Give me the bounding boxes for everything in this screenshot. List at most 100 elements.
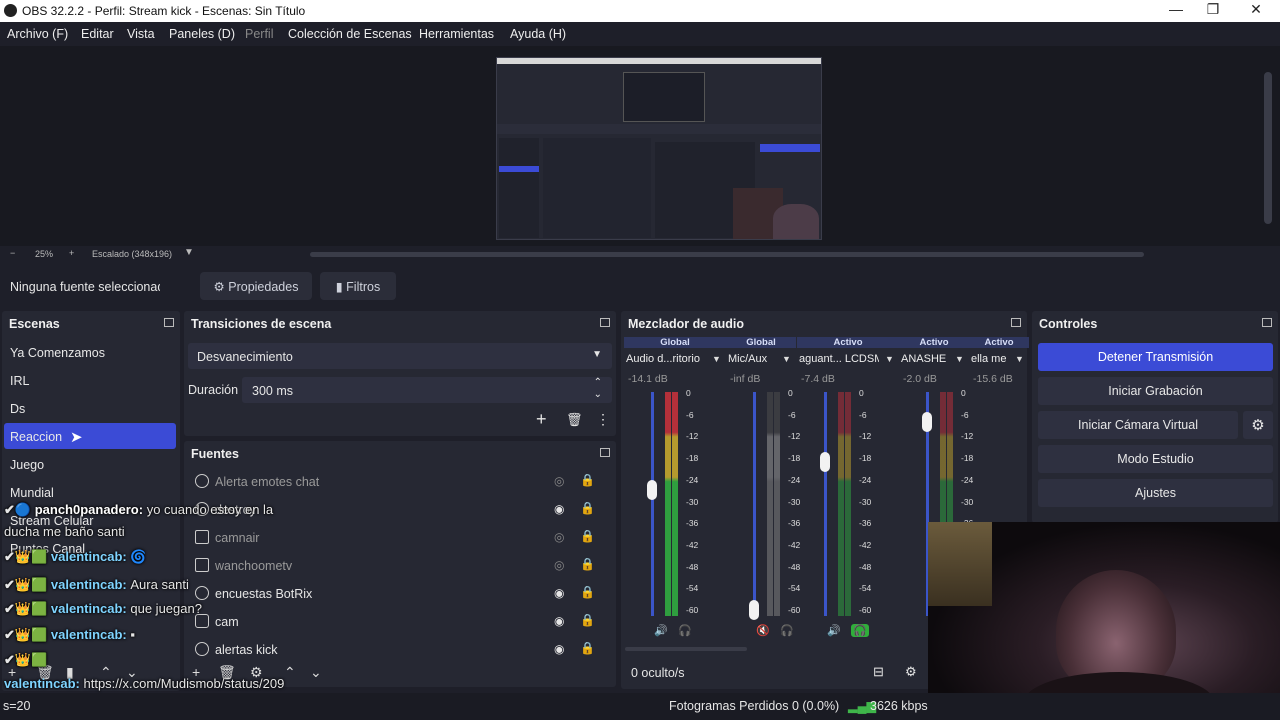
meter-scale-label: -6: [859, 409, 867, 420]
monitor-headphones-icon[interactable]: 🎧: [678, 624, 692, 637]
menu-coleccion[interactable]: Colección de Escenas: [288, 27, 412, 41]
mixer-menu-icon[interactable]: ⚙: [905, 664, 917, 680]
minimize-icon[interactable]: —: [1166, 1, 1186, 17]
zoom-out-button[interactable]: −: [10, 248, 15, 258]
menu-paneles[interactable]: Paneles (D): [169, 27, 235, 41]
layout-icon[interactable]: ⊟: [873, 664, 884, 680]
lock-icon[interactable]: 🔒: [580, 473, 595, 487]
hidden-eye-icon[interactable]: ◎: [554, 558, 564, 572]
badge-icon: ✔👑🟩: [4, 577, 51, 592]
stepper-up-icon[interactable]: ⌃: [594, 377, 602, 388]
level-meter: [672, 392, 678, 616]
zoom-in-button[interactable]: +: [69, 248, 74, 258]
speaker-icon[interactable]: 🔊: [827, 624, 841, 637]
meter-scale-label: -6: [961, 409, 969, 420]
meter-scale-label: -24: [788, 474, 801, 485]
channel-menu-icon[interactable]: ▼: [955, 354, 964, 364]
level-meter: [767, 392, 773, 616]
transition-select[interactable]: Desvanecimiento ▼: [188, 343, 612, 369]
meter-scale-label: 0: [686, 388, 691, 398]
volume-fader-knob[interactable]: [749, 600, 759, 620]
hidden-eye-icon[interactable]: ◎: [554, 530, 564, 544]
volume-fader-track[interactable]: [824, 392, 827, 616]
channel-scope-tag: Global: [726, 337, 796, 348]
menu-bar: Archivo (F) Editar Vista Paneles (D) Per…: [0, 22, 1280, 46]
scene-item[interactable]: Ds: [4, 395, 176, 421]
lock-icon[interactable]: 🔒: [580, 529, 595, 543]
virtual-camera-settings-icon[interactable]: ⚙: [1243, 411, 1273, 439]
virtual-camera-button[interactable]: Iniciar Cámara Virtual: [1038, 411, 1238, 439]
lock-icon[interactable]: 🔒: [580, 641, 595, 655]
channel-db: -2.0 dB: [903, 373, 937, 385]
lock-icon[interactable]: 🔒: [580, 585, 595, 599]
channel-menu-icon[interactable]: ▼: [1015, 354, 1024, 364]
source-label: Alerta emotes chat: [215, 475, 320, 489]
close-icon[interactable]: ✕: [1246, 1, 1266, 18]
scene-item[interactable]: Ya Comenzamos: [4, 339, 176, 365]
eye-icon[interactable]: ◉: [554, 642, 564, 656]
properties-button[interactable]: ⚙ Propiedades: [200, 272, 312, 300]
preview-hscrollbar[interactable]: [310, 252, 1144, 257]
monitor-headphones-icon[interactable]: 🎧: [780, 624, 794, 637]
lock-icon[interactable]: 🔒: [580, 557, 595, 571]
duration-input[interactable]: 300 ms ⌃ ⌄: [242, 377, 612, 403]
undock-icon[interactable]: [600, 448, 610, 457]
studio-mode-button[interactable]: Modo Estudio: [1038, 445, 1273, 473]
transition-value: Desvanecimiento: [197, 350, 293, 364]
eye-icon[interactable]: ◉: [554, 502, 564, 516]
maximize-icon[interactable]: ❐: [1203, 1, 1223, 18]
menu-herramientas[interactable]: Herramientas: [419, 27, 494, 41]
dropped-frames: Fotogramas Perdidos 0 (0.0%): [669, 699, 840, 713]
volume-fader-track[interactable]: [753, 392, 756, 616]
filters-button[interactable]: ▮ Filtros: [320, 272, 396, 300]
channel-menu-icon[interactable]: ▼: [712, 354, 721, 364]
mixer-hscrollbar[interactable]: [625, 647, 747, 651]
scene-item[interactable]: Juego: [4, 451, 176, 477]
channel-name: aguant... LCDSM: [799, 353, 879, 365]
remove-transition-icon[interactable]: 🗑: [566, 412, 583, 428]
monitor-headphones-icon[interactable]: 🎧: [851, 624, 869, 637]
meter-scale-label: -48: [859, 561, 872, 572]
lock-icon[interactable]: 🔒: [580, 613, 595, 627]
stop-stream-button[interactable]: Detener Transmisión: [1038, 343, 1273, 371]
preview-vscrollbar[interactable]: [1264, 72, 1272, 224]
undock-icon[interactable]: [1262, 318, 1272, 327]
channel-name: ANASHE: [901, 353, 947, 365]
menu-archivo[interactable]: Archivo (F): [7, 27, 68, 41]
meter-scale-label: -60: [859, 605, 872, 615]
scene-item[interactable]: IRL: [4, 367, 176, 393]
settings-button[interactable]: Ajustes: [1038, 479, 1273, 507]
speaker-icon[interactable]: 🔊: [654, 624, 668, 637]
menu-editar[interactable]: Editar: [81, 27, 114, 41]
filter-icon: ▮: [335, 280, 343, 294]
level-meter: [774, 392, 780, 616]
undock-icon[interactable]: [1011, 318, 1021, 327]
eye-icon[interactable]: ◉: [554, 586, 564, 600]
stepper-down-icon[interactable]: ⌄: [594, 389, 602, 400]
eye-icon[interactable]: ◉: [554, 614, 564, 628]
muted-speaker-icon[interactable]: 🔇: [756, 624, 770, 637]
undock-icon[interactable]: [600, 318, 610, 327]
volume-fader-knob[interactable]: [820, 452, 830, 472]
undock-icon[interactable]: [164, 318, 174, 327]
volume-fader-knob[interactable]: [922, 412, 932, 432]
mouse-cursor-icon: ➤: [70, 429, 83, 446]
scale-dropdown-icon[interactable]: ▼: [184, 247, 194, 258]
badge-icon: ✔👑🟩: [4, 652, 48, 667]
start-record-button[interactable]: Iniciar Grabación: [1038, 377, 1273, 405]
hidden-eye-icon[interactable]: ◎: [554, 474, 564, 488]
channel-menu-icon[interactable]: ▼: [782, 354, 791, 364]
lock-icon[interactable]: 🔒: [580, 501, 595, 515]
menu-perfil[interactable]: Perfil: [245, 27, 273, 41]
badge-icon: ✔👑🟩: [4, 627, 51, 642]
scene-item-selected[interactable]: Reaccion: [4, 423, 176, 449]
chat-overlay: ✔🔵 panch0panadero: yo cuando estoy en la…: [0, 500, 320, 691]
menu-vista[interactable]: Vista: [127, 27, 155, 41]
menu-ayuda[interactable]: Ayuda (H): [510, 27, 566, 41]
volume-fader-track[interactable]: [651, 392, 654, 616]
add-transition-icon[interactable]: +: [536, 409, 547, 430]
source-item[interactable]: Alerta emotes chat ◎ 🔒: [190, 470, 602, 494]
volume-fader-knob[interactable]: [647, 480, 657, 500]
more-options-icon[interactable]: ⋮: [596, 411, 610, 428]
channel-menu-icon[interactable]: ▼: [885, 354, 894, 364]
